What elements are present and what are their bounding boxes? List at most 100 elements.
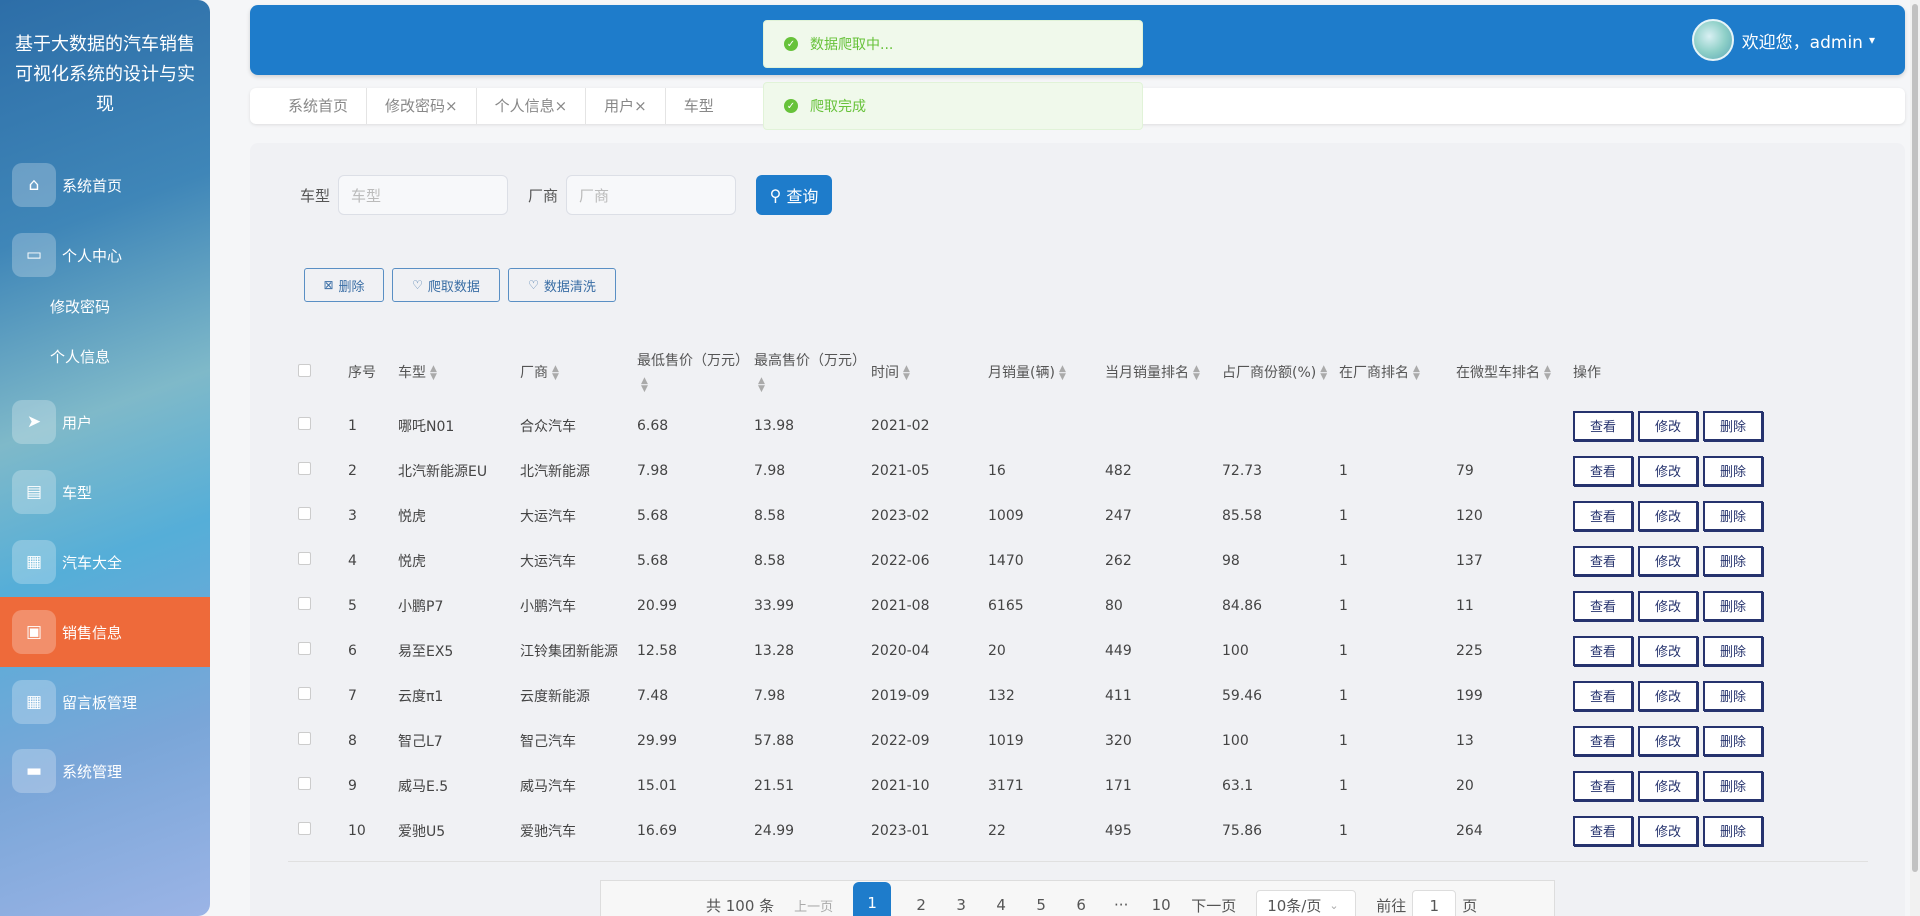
column-header[interactable]: 占厂商份额(%) ▲ ▼ (1212, 343, 1329, 403)
tab-home[interactable]: 系统首页 (270, 88, 368, 124)
maker-search-input[interactable]: 厂商 (566, 175, 737, 215)
edit-button[interactable]: 修改 (1638, 815, 1698, 846)
delete-button[interactable]: 删除 (1703, 410, 1763, 441)
more-pages-icon[interactable]: ··· (1111, 896, 1131, 914)
column-header[interactable]: 时间 ▲ ▼ (861, 343, 978, 403)
edit-button[interactable]: 修改 (1638, 455, 1698, 486)
view-button[interactable]: 查看 (1573, 725, 1633, 756)
sort-icon[interactable]: ▲ ▼ (552, 365, 559, 382)
view-button[interactable]: 查看 (1573, 500, 1633, 531)
page-3[interactable]: 3 (951, 896, 971, 914)
goto-page-input[interactable]: 1 (1412, 890, 1457, 916)
edit-button[interactable]: 修改 (1638, 770, 1698, 801)
delete-button[interactable]: 删除 (1703, 635, 1763, 666)
sort-icon[interactable]: ▲ ▼ (903, 365, 910, 382)
delete-button[interactable]: 删除 (1703, 500, 1763, 531)
sidebar-item-personal-center[interactable]: ▭ 个人中心 (0, 220, 210, 290)
tab-users[interactable]: 用户× (586, 88, 666, 124)
delete-button[interactable]: 删除 (1703, 545, 1763, 576)
row-checkbox[interactable] (298, 822, 311, 835)
sort-icon[interactable]: ▲ ▼ (1413, 365, 1420, 382)
sidebar-item-car-encyclopedia[interactable]: ▦ 汽车大全 (0, 527, 210, 597)
page-2[interactable]: 2 (911, 896, 931, 914)
sort-icon[interactable]: ▲ ▼ (1059, 365, 1066, 382)
tab-change-password[interactable]: 修改密码× (367, 88, 477, 124)
table-cell: 6 (348, 642, 357, 659)
delete-button[interactable]: 删除 (1703, 725, 1763, 756)
tab-personal-info[interactable]: 个人信息× (477, 88, 587, 124)
delete-button[interactable]: 删除 (1703, 455, 1763, 486)
view-button[interactable]: 查看 (1573, 545, 1633, 576)
tab-car-model[interactable]: 车型 (666, 88, 732, 124)
table-row: 2 北汽新能源EU 北汽新能源 7.98 7.98 2021-05 16 482 72.73 1 7… (288, 448, 1783, 493)
sort-icon[interactable]: ▲ ▼ (758, 377, 765, 394)
page-size-select[interactable]: 10条/页 ⌄ (1256, 890, 1357, 916)
view-button[interactable]: 查看 (1573, 635, 1633, 666)
delete-button[interactable]: 删除 (1703, 590, 1763, 621)
row-checkbox[interactable] (298, 552, 311, 565)
view-button[interactable]: 查看 (1573, 590, 1633, 621)
sidebar-item-home[interactable]: ⌂ 系统首页 (0, 150, 210, 220)
edit-button[interactable]: 修改 (1638, 635, 1698, 666)
sidebar-item-sales-info[interactable]: ▣ 销售信息 (0, 597, 210, 667)
edit-button[interactable]: 修改 (1638, 410, 1698, 441)
row-checkbox[interactable] (298, 642, 311, 655)
sort-icon[interactable]: ▲ ▼ (1193, 365, 1200, 382)
sort-icon[interactable]: ▲ ▼ (641, 377, 648, 394)
edit-button[interactable]: 修改 (1638, 545, 1698, 576)
search-button[interactable]: ⚲ 查询 (756, 175, 833, 215)
page-6[interactable]: 6 (1071, 896, 1091, 914)
model-search-input[interactable]: 车型 (338, 175, 509, 215)
view-button[interactable]: 查看 (1573, 815, 1633, 846)
column-header[interactable]: 当月销量排名 ▲ ▼ (1095, 343, 1212, 403)
next-page-button[interactable]: 下一页 (1191, 895, 1236, 916)
scrollbar[interactable] (1910, 0, 1920, 916)
scrollbar-thumb[interactable] (1912, 4, 1918, 872)
column-header[interactable]: 厂商 ▲ ▼ (510, 343, 627, 403)
column-header[interactable]: 月销量(辆) ▲ ▼ (978, 343, 1095, 403)
edit-button[interactable]: 修改 (1638, 500, 1698, 531)
page-5[interactable]: 5 (1031, 896, 1051, 914)
row-checkbox[interactable] (298, 732, 311, 745)
view-button[interactable]: 查看 (1573, 410, 1633, 441)
edit-button[interactable]: 修改 (1638, 725, 1698, 756)
page-1[interactable]: 1 (853, 882, 892, 916)
row-checkbox[interactable] (298, 687, 311, 700)
user-menu[interactable]: 欢迎您，admin ▾ (1691, 19, 1875, 61)
edit-button[interactable]: 修改 (1638, 680, 1698, 711)
crawl-data-button[interactable]: ♡ 爬取数据 (392, 268, 500, 302)
sidebar-item-users[interactable]: ➤ 用户 (0, 387, 210, 457)
delete-button[interactable]: 删除 (1703, 770, 1763, 801)
view-button[interactable]: 查看 (1573, 680, 1633, 711)
column-header[interactable]: 最高售价（万元） ▲ ▼ (744, 343, 866, 403)
column-header[interactable]: 最低售价（万元） ▲ ▼ (627, 343, 749, 403)
sidebar-item-personal-info[interactable]: 个人信息 (50, 346, 110, 367)
sort-icon[interactable]: ▲ ▼ (430, 365, 437, 382)
bulk-delete-button[interactable]: ⊠ 删除 (304, 268, 384, 302)
data-clean-button[interactable]: ♡ 数据清洗 (508, 268, 616, 302)
sidebar-item-car-model[interactable]: ▤ 车型 (0, 457, 210, 527)
column-header[interactable]: 车型 ▲ ▼ (388, 343, 510, 403)
prev-page-button[interactable]: 上一页 (794, 896, 833, 915)
edit-button[interactable]: 修改 (1638, 590, 1698, 621)
sidebar-item-change-password[interactable]: 修改密码 (50, 296, 110, 317)
page-4[interactable]: 4 (991, 896, 1011, 914)
row-checkbox[interactable] (298, 597, 311, 610)
row-checkbox[interactable] (298, 417, 311, 430)
row-checkbox[interactable] (298, 507, 311, 520)
column-header[interactable]: 在厂商排名 ▲ ▼ (1329, 343, 1446, 403)
delete-button[interactable]: 删除 (1703, 680, 1763, 711)
view-button[interactable]: 查看 (1573, 455, 1633, 486)
sort-icon[interactable]: ▲ ▼ (1544, 365, 1551, 382)
page-10[interactable]: 10 (1151, 896, 1171, 914)
select-all-checkbox[interactable] (298, 364, 311, 377)
delete-button[interactable]: 删除 (1703, 815, 1763, 846)
view-button[interactable]: 查看 (1573, 770, 1633, 801)
row-checkbox[interactable] (298, 777, 311, 790)
sidebar-item-system-management[interactable]: ▬ 系统管理 (0, 736, 210, 806)
column-header[interactable]: 在微型车排名 ▲ ▼ (1446, 343, 1563, 403)
sort-icon[interactable]: ▲ ▼ (1320, 365, 1327, 382)
data-clean-label: 数据清洗 (543, 279, 596, 295)
sidebar-item-message-board[interactable]: ▦ 留言板管理 (0, 667, 210, 737)
row-checkbox[interactable] (298, 462, 311, 475)
